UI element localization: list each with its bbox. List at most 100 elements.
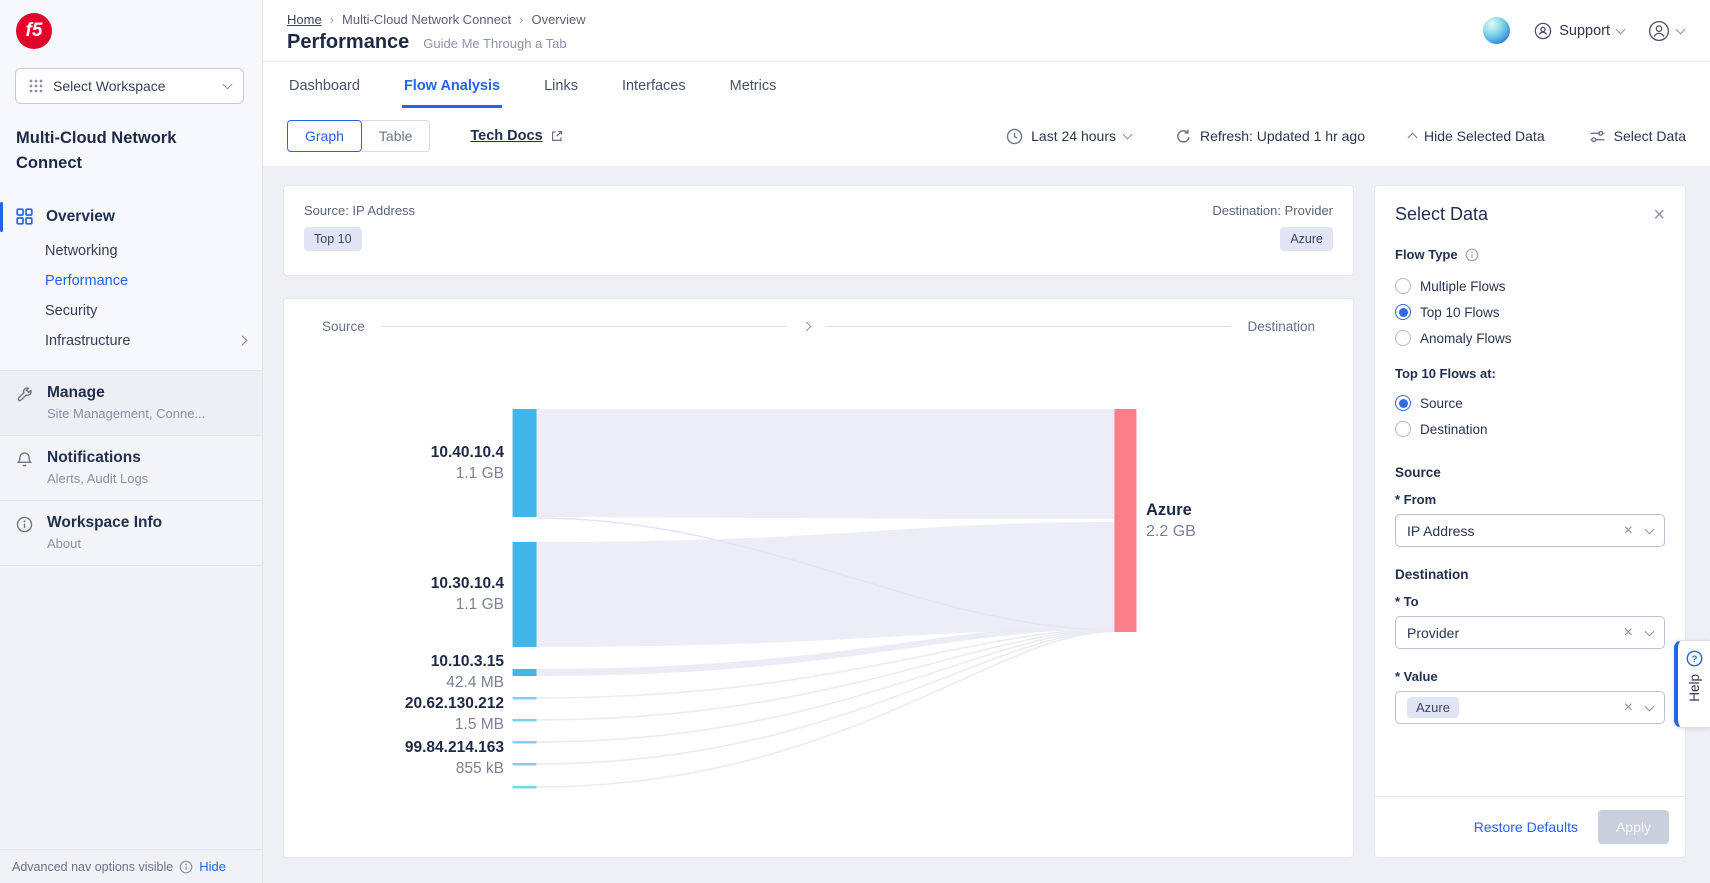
tech-docs-link[interactable]: Tech Docs — [470, 128, 563, 144]
graph-view-button[interactable]: Graph — [287, 120, 362, 152]
tab-bar: Dashboard Flow Analysis Links Interfaces… — [263, 62, 1710, 108]
sidebar-item-label: Performance — [45, 273, 128, 289]
radio-label: Anomaly Flows — [1420, 331, 1512, 346]
sliders-icon — [1589, 128, 1606, 145]
app-root: f5 Select Workspace Multi-Cloud Network … — [0, 0, 1710, 883]
clear-icon[interactable]: × — [1624, 625, 1633, 641]
source-summary-label: Source: IP Address — [304, 203, 415, 218]
sidebar-item-networking[interactable]: Networking — [0, 236, 262, 266]
top-header: Home › Multi-Cloud Network Connect › Ove… — [263, 0, 1710, 62]
radio-top10-flows[interactable]: Top 10 Flows — [1395, 304, 1665, 320]
help-tab[interactable]: ? Help — [1674, 640, 1710, 728]
table-view-button[interactable]: Table — [362, 120, 430, 152]
clear-icon[interactable]: × — [1624, 523, 1633, 539]
sidebar-item-infrastructure[interactable]: Infrastructure — [0, 326, 262, 356]
to-select[interactable]: Provider × — [1395, 616, 1665, 649]
top10-at-label-text: Top 10 Flows at: — [1395, 366, 1496, 381]
header-left: Home › Multi-Cloud Network Connect › Ove… — [287, 8, 586, 54]
sidebar-item-manage[interactable]: Manage Site Management, Conne... — [0, 370, 262, 435]
axis-source-label: Source — [322, 319, 365, 334]
select-data-panel: Select Data × Flow Type Multiple Flows — [1374, 185, 1686, 858]
radio-multiple-flows[interactable]: Multiple Flows — [1395, 278, 1665, 294]
tab-metrics[interactable]: Metrics — [728, 62, 779, 108]
top10-at-label: Top 10 Flows at: — [1395, 366, 1665, 381]
sidebar-item-performance[interactable]: Performance — [0, 266, 262, 296]
select-data-label: Select Data — [1614, 128, 1686, 144]
destination-summary-label: Destination: Provider — [1212, 203, 1333, 218]
panel-title: Select Data — [1395, 204, 1488, 225]
sidebar: f5 Select Workspace Multi-Cloud Network … — [0, 0, 263, 883]
tab-interfaces[interactable]: Interfaces — [620, 62, 688, 108]
info-icon — [1465, 248, 1479, 262]
source-section-label: Source — [1395, 465, 1665, 480]
refresh-status: Refresh: Updated 1 hr ago — [1200, 128, 1365, 144]
workspace-selector[interactable]: Select Workspace — [15, 68, 244, 104]
page-title: Performance — [287, 31, 409, 54]
advanced-nav-text: Advanced nav options visible — [12, 860, 173, 874]
chevron-down-icon — [1123, 130, 1133, 140]
support-menu[interactable]: Support — [1534, 22, 1624, 40]
f5-logo-text: f5 — [26, 20, 43, 42]
chevron-right-icon — [801, 322, 811, 332]
hide-nav-link[interactable]: Hide — [199, 859, 226, 874]
radio-icon — [1395, 278, 1411, 294]
from-select[interactable]: IP Address × — [1395, 514, 1665, 547]
radio-anomaly-flows[interactable]: Anomaly Flows — [1395, 330, 1665, 346]
chevron-down-icon — [223, 80, 233, 90]
sidebar-item-notifications[interactable]: Notifications Alerts, Audit Logs — [0, 435, 262, 500]
time-range-selector[interactable]: Last 24 hours — [1006, 128, 1131, 145]
destination-node-label: Azure 2.2 GB — [1146, 499, 1196, 543]
value-select[interactable]: Azure × — [1395, 691, 1665, 724]
chevron-right-icon — [238, 336, 248, 346]
info-icon — [179, 860, 193, 874]
source-node-minor — [513, 719, 537, 722]
select-data-button[interactable]: Select Data — [1589, 128, 1686, 145]
chevron-down-icon — [1676, 24, 1686, 34]
refresh-button[interactable]: Refresh: Updated 1 hr ago — [1175, 128, 1365, 145]
sidebar-item-workspace-info[interactable]: Workspace Info About — [0, 500, 262, 565]
user-menu[interactable] — [1648, 20, 1684, 42]
sidebar-item-security[interactable]: Security — [0, 296, 262, 326]
source-node-label: 10.30.10.4 1.1 GB — [284, 573, 504, 615]
support-label: Support — [1559, 23, 1610, 39]
time-range-value: Last 24 hours — [1031, 128, 1116, 144]
apply-button[interactable]: Apply — [1598, 810, 1669, 844]
radio-label: Top 10 Flows — [1420, 305, 1500, 320]
sidebar-item-label: Overview — [46, 208, 115, 226]
value-field-label: * Value — [1395, 669, 1665, 684]
breadcrumb-home[interactable]: Home — [287, 12, 322, 27]
guide-me-link[interactable]: Guide Me Through a Tab — [423, 36, 566, 51]
f5-logo[interactable]: f5 — [16, 13, 52, 49]
breadcrumb-workspace[interactable]: Multi-Cloud Network Connect — [342, 12, 511, 27]
radio-top10-source[interactable]: Source — [1395, 395, 1665, 411]
restore-defaults-button[interactable]: Restore Defaults — [1474, 819, 1578, 835]
sidebar-item-overview[interactable]: Overview — [0, 198, 262, 236]
flow-summary-card: Source: IP Address Top 10 Destination: P… — [283, 185, 1354, 276]
content-region: Source: IP Address Top 10 Destination: P… — [263, 166, 1710, 883]
sidebar-item-label: Networking — [45, 243, 118, 259]
hide-selected-data-button[interactable]: Hide Selected Data — [1409, 128, 1545, 144]
source-node-1 — [513, 409, 537, 517]
tab-dashboard[interactable]: Dashboard — [287, 62, 362, 108]
source-node-3 — [513, 669, 537, 676]
help-tab-label: Help — [1687, 674, 1702, 702]
source-node-minor — [513, 741, 537, 744]
clear-icon[interactable]: × — [1624, 700, 1633, 716]
ai-sphere-icon[interactable] — [1483, 17, 1510, 44]
from-select-value: IP Address — [1407, 523, 1624, 539]
node-name: 10.40.10.4 — [284, 442, 504, 463]
tab-links[interactable]: Links — [542, 62, 580, 108]
destination-chip: Azure — [1280, 227, 1333, 251]
breadcrumb-separator: › — [330, 12, 334, 27]
sidebar-nav: Overview Networking Performance Security… — [0, 198, 262, 370]
radio-top10-destination[interactable]: Destination — [1395, 421, 1665, 437]
source-node-minor — [513, 786, 537, 789]
breadcrumb-overview[interactable]: Overview — [531, 12, 585, 27]
main-area: Dashboard Flow Analysis Links Interfaces… — [263, 62, 1710, 883]
tab-flow-analysis[interactable]: Flow Analysis — [402, 62, 502, 108]
node-name: 10.30.10.4 — [284, 573, 504, 594]
charts-column: Source: IP Address Top 10 Destination: P… — [283, 185, 1354, 858]
logo-row: f5 — [0, 0, 262, 62]
close-icon[interactable]: × — [1653, 205, 1665, 225]
sidebar-item-label: Infrastructure — [45, 333, 130, 349]
